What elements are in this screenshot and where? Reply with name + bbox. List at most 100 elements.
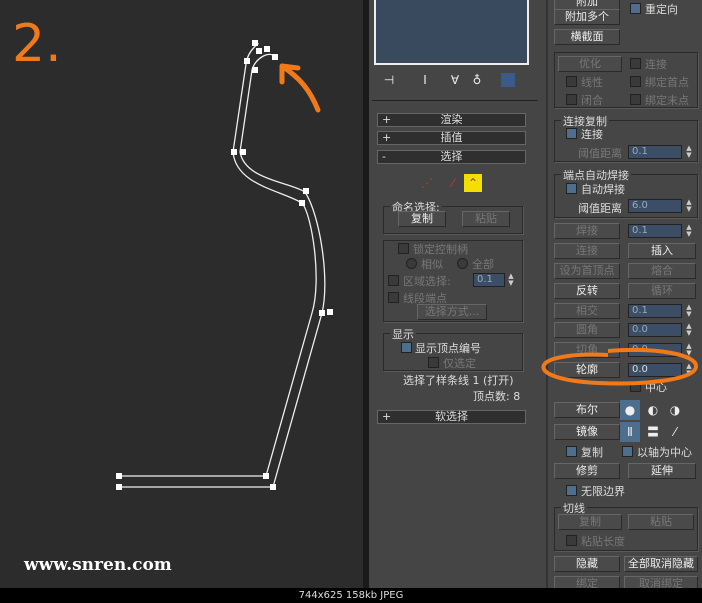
threshold-label: 阈值距离 — [578, 147, 622, 160]
weld-button[interactable]: 焊接 — [554, 223, 620, 239]
cross-insert-button[interactable]: 相交 — [554, 303, 620, 319]
step-number: 2. — [12, 14, 62, 74]
connect-threshold-spinner[interactable]: 0.1 — [628, 145, 682, 159]
rollout-label: 软选择 — [435, 410, 468, 423]
spinner-arrows-icon[interactable]: ▲ ▼ — [685, 224, 693, 238]
hide-button[interactable]: 隐藏 — [554, 556, 620, 572]
weld-spinner[interactable]: 0.1 — [628, 224, 682, 238]
rollout-sign: + — [382, 131, 392, 144]
spinner-arrows-icon[interactable]: ▲ ▼ — [685, 199, 693, 213]
cross-section-button[interactable]: 横截面 — [554, 29, 620, 45]
rollout-selection[interactable]: - 选择 — [377, 150, 526, 164]
about-pivot-label: 以轴为中心 — [637, 446, 692, 459]
spinner-arrows-icon[interactable]: ▲ ▼ — [685, 145, 693, 159]
mirror-copy-label: 复制 — [581, 446, 603, 459]
trim-button[interactable]: 修剪 — [554, 463, 620, 479]
unhide-all-button[interactable]: 全部取消隐藏 — [624, 556, 698, 572]
viewport[interactable]: 2. www.snren.com — [0, 0, 363, 588]
copy-selection-button[interactable]: 复制 — [398, 211, 446, 227]
vertex-level-icon[interactable]: ⋰ — [417, 173, 437, 193]
group-title: 显示 — [390, 326, 416, 342]
insert-button[interactable]: 插入 — [628, 243, 696, 259]
fillet-spinner[interactable]: 0.0 — [628, 323, 682, 337]
modifier-panel: ⊣ Ⅰ ∀ ♁ + 渲染 + 插值 - 选择 ⋰ ⁄ ⌃ 命名选择: 复制 粘贴 锁定… — [369, 0, 546, 588]
bind-first-checkbox[interactable] — [630, 76, 641, 87]
spline-outline-inner — [119, 42, 317, 477]
paste-length-checkbox[interactable] — [566, 535, 577, 546]
lock-handles-checkbox[interactable] — [398, 243, 409, 254]
boolean-button[interactable]: 布尔 — [554, 402, 620, 418]
area-select-label: 区域选择: — [403, 275, 451, 288]
cross-insert-spinner[interactable]: 0.1 — [628, 304, 682, 318]
spline-vertices — [116, 40, 333, 490]
show-end-result-icon[interactable]: Ⅰ — [415, 70, 435, 90]
about-pivot-checkbox[interactable] — [622, 446, 633, 457]
mirror-horizontal-icon[interactable]: Ⅱ — [620, 422, 640, 442]
make-unique-icon[interactable]: ∀ — [445, 70, 465, 90]
modifier-stack-list[interactable] — [374, 0, 529, 65]
rollout-sign: + — [382, 410, 392, 423]
linear-checkbox[interactable] — [566, 76, 577, 87]
tangent-copy-button[interactable]: 复制 — [558, 514, 622, 530]
show-vertex-numbers-checkbox[interactable] — [401, 342, 412, 353]
segment-level-icon[interactable]: ⁄ — [443, 173, 463, 193]
boolean-intersect-icon[interactable]: ◑ — [665, 400, 685, 420]
bind-last-checkbox[interactable] — [630, 94, 641, 105]
arrow-annotation — [279, 63, 321, 113]
extend-button[interactable]: 延伸 — [628, 463, 696, 479]
pin-stack-icon[interactable]: ⊣ — [379, 70, 399, 90]
spinner-arrows-icon[interactable]: ▲ ▼ — [685, 304, 693, 318]
auto-weld-checkbox[interactable] — [566, 183, 577, 194]
reorient-checkbox[interactable] — [630, 3, 641, 14]
rollout-sign: - — [382, 150, 386, 163]
connect-copy-label: 连接 — [581, 128, 603, 141]
remove-modifier-icon[interactable]: ♁ — [467, 70, 487, 90]
selection-status: 选择了样条线 1 (打开) — [403, 374, 514, 387]
spline-level-icon[interactable]: ⌃ — [464, 174, 482, 192]
similar-radio[interactable] — [406, 258, 417, 269]
make-first-button[interactable]: 设为首顶点 — [554, 263, 620, 279]
geometry-panel: 附加 重定向 附加多个 横截面 优化 连接 线性 绑定首点 闭合 绑定末点 连接… — [546, 0, 702, 592]
mirror-button[interactable]: 镜像 — [554, 424, 620, 440]
rollout-label: 插值 — [440, 131, 463, 144]
connect-button[interactable]: 连接 — [554, 243, 620, 259]
connect-checkbox[interactable] — [630, 58, 641, 69]
rollout-rendering[interactable]: + 渲染 — [377, 113, 526, 127]
infinite-bounds-checkbox[interactable] — [566, 485, 577, 496]
rollout-interpolation[interactable]: + 插值 — [377, 131, 526, 145]
paste-selection-button[interactable]: 粘贴 — [462, 211, 510, 227]
rollout-soft-selection[interactable]: + 软选择 — [377, 410, 526, 424]
selected-only-checkbox[interactable] — [428, 357, 439, 368]
area-select-spinner[interactable]: 0.1 — [473, 273, 505, 287]
boolean-subtract-icon[interactable]: ◐ — [643, 400, 663, 420]
fuse-button[interactable]: 熔合 — [628, 263, 696, 279]
spinner-arrows-icon[interactable]: ▲ ▼ — [507, 273, 515, 287]
connect-label: 连接 — [645, 58, 667, 71]
spinner-arrows-icon[interactable]: ▲ ▼ — [685, 323, 693, 337]
auto-weld-threshold-spinner[interactable]: 6.0 — [628, 199, 682, 213]
fillet-button[interactable]: 圆角 — [554, 322, 620, 338]
select-by-button[interactable]: 选择方式... — [417, 304, 487, 320]
cycle-button[interactable]: 循环 — [628, 283, 696, 299]
outline-highlight-annotation — [541, 347, 698, 386]
configure-sets-icon[interactable] — [501, 73, 515, 87]
boolean-union-icon[interactable]: ● — [620, 400, 640, 420]
all-radio[interactable] — [457, 258, 468, 269]
threshold-label: 阈值距离 — [578, 202, 622, 215]
segment-end-checkbox[interactable] — [388, 292, 399, 303]
reverse-button[interactable]: 反转 — [554, 283, 620, 299]
area-select-checkbox[interactable] — [388, 275, 399, 286]
attach-multiple-button[interactable]: 附加多个 — [554, 9, 620, 25]
refine-button[interactable]: 优化 — [558, 56, 622, 72]
closed-label: 闭合 — [581, 94, 603, 107]
lock-handles-label: 锁定控制柄 — [413, 243, 468, 256]
auto-weld-label: 自动焊接 — [581, 183, 625, 196]
tangent-paste-button[interactable]: 粘贴 — [628, 514, 694, 530]
mirror-vertical-icon[interactable]: 〓 — [643, 422, 663, 442]
mirror-copy-checkbox[interactable] — [566, 446, 577, 457]
closed-checkbox[interactable] — [566, 94, 577, 105]
mirror-both-icon[interactable]: ⁄ — [665, 422, 685, 442]
connect-copy-checkbox[interactable] — [566, 128, 577, 139]
rollout-sign: + — [382, 113, 392, 126]
watermark: www.snren.com — [24, 555, 172, 575]
